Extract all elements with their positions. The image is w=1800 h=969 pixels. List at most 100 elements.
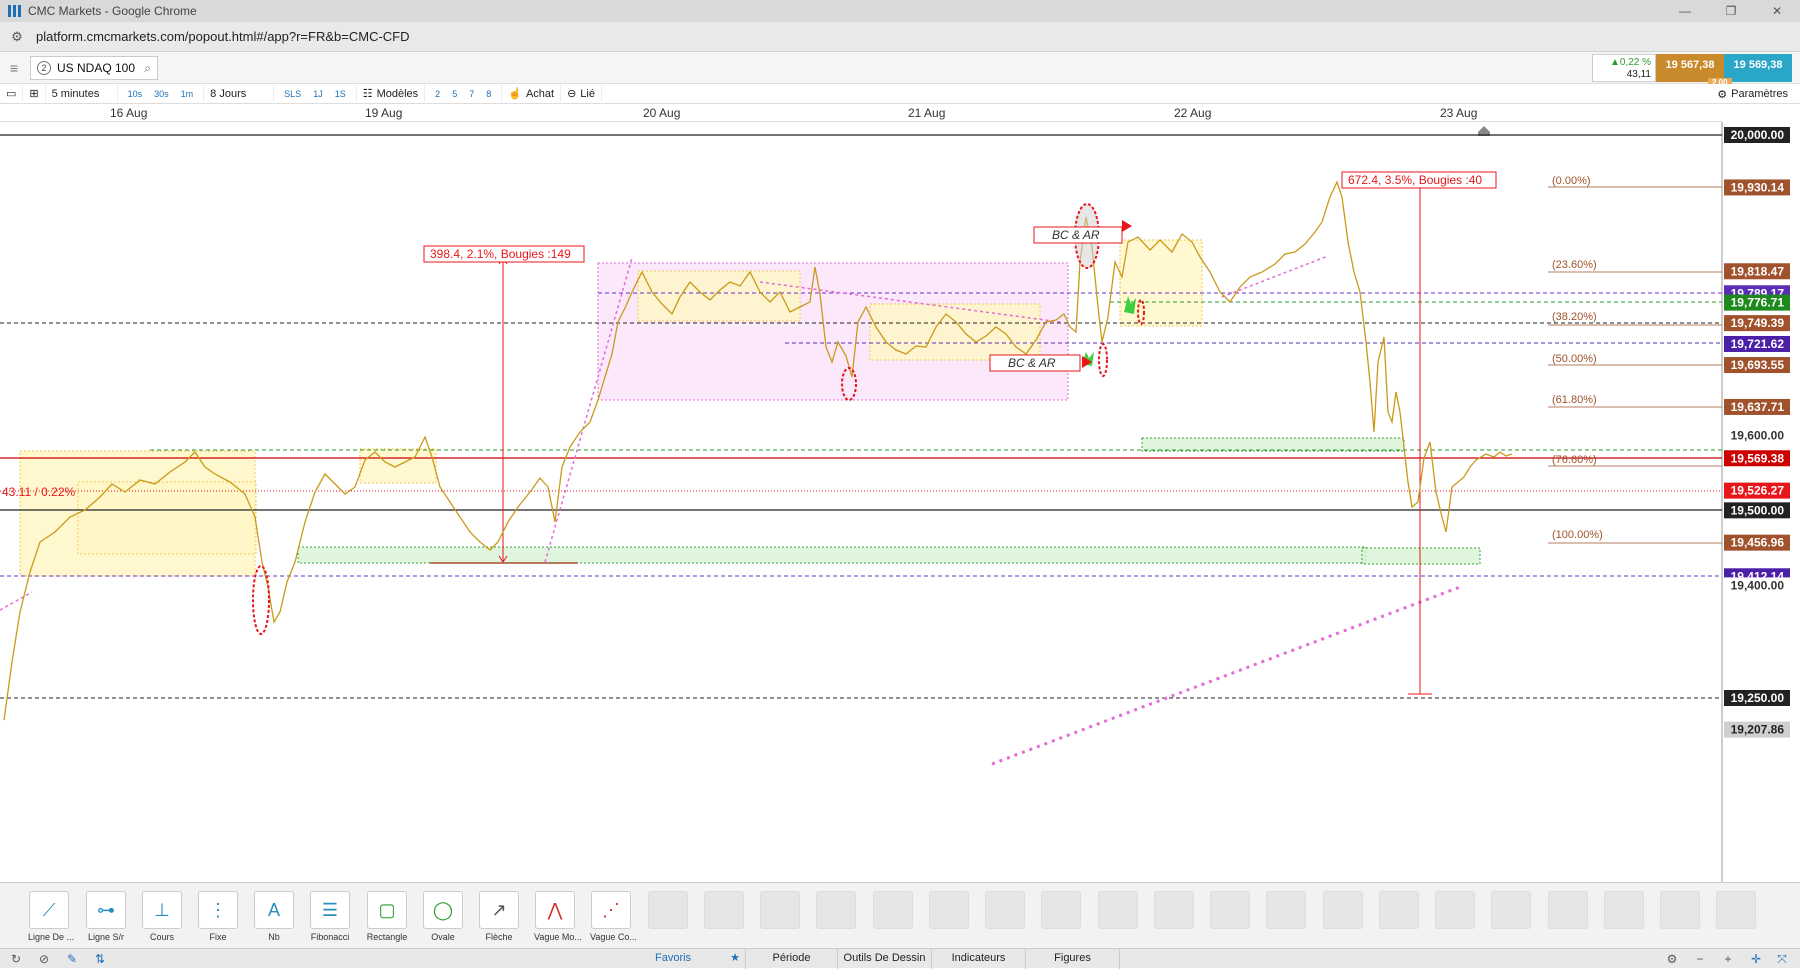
empty-tool-slot[interactable] (1603, 891, 1645, 947)
empty-tool-slot[interactable] (1040, 891, 1082, 947)
zone-rectangle[interactable] (869, 303, 1041, 361)
count-2[interactable]: 2 (431, 89, 444, 99)
line-tool-button[interactable]: ⟋ Ligne De ... (28, 891, 74, 947)
tab-label: Favoris (655, 952, 692, 964)
search-icon[interactable]: ⌕ (144, 61, 151, 76)
instrument-selector[interactable]: 2 US NDAQ 100 ⌕ (30, 56, 158, 80)
arrow-tool-button[interactable]: ↗ Flèche (478, 891, 520, 947)
empty-tool-slot[interactable] (1322, 891, 1364, 947)
empty-tool-slot[interactable] (1715, 891, 1757, 947)
wave-tool-button[interactable]: ⋀ Vague Mo... (534, 891, 582, 947)
menu-icon[interactable]: ≡ (6, 60, 22, 76)
empty-tool-slot[interactable] (872, 891, 914, 947)
period-select[interactable]: 8 Jours (204, 83, 275, 104)
price-axis-label: 19,693.55 (1731, 358, 1785, 372)
measure-label: 398.4, 2.1%, Bougies :149 (430, 247, 571, 261)
interval-1m[interactable]: 1m (177, 89, 198, 99)
support-zone[interactable] (297, 546, 1367, 564)
settings-button[interactable]: ⚙ Paramètres (1717, 84, 1788, 104)
date-axis: 16 Aug 19 Aug 20 Aug 21 Aug 22 Aug 23 Au… (0, 104, 1722, 122)
bcar-label: BC & AR (1052, 228, 1100, 242)
fibonacci-tool-button[interactable]: ☰ Fibonacci (309, 891, 351, 947)
empty-tool-slot[interactable] (759, 891, 801, 947)
zoom-out-icon[interactable]: − (1692, 951, 1708, 967)
crosshair-icon[interactable]: ✛ (1748, 951, 1764, 967)
empty-tool-slot[interactable] (1153, 891, 1195, 947)
mode-sls[interactable]: SLS (280, 89, 305, 99)
site-settings-icon[interactable]: ⚙ (8, 28, 26, 46)
empty-tool-slot[interactable] (1209, 891, 1251, 947)
support-zone[interactable] (1141, 437, 1405, 452)
text-tool-button[interactable]: A Nb (253, 891, 295, 947)
sell-button[interactable]: 19 567,38 2.00 (1656, 54, 1732, 88)
empty-tool-slot[interactable] (1490, 891, 1532, 947)
minimize-icon[interactable]: — (1662, 0, 1708, 22)
count-8[interactable]: 8 (482, 89, 495, 99)
pencil-icon[interactable]: ✎ (64, 951, 80, 967)
empty-tool-slot[interactable] (928, 891, 970, 947)
rectangle-tool-button[interactable]: ▢ Rectangle (366, 891, 408, 947)
zoom-in-icon[interactable]: + (1720, 951, 1736, 967)
empty-slot (1098, 891, 1138, 929)
count-5[interactable]: 5 (448, 89, 461, 99)
url-text[interactable]: platform.cmcmarkets.com/popout.html#/app… (36, 29, 410, 44)
fit-icon[interactable]: ⤧ (1774, 951, 1790, 967)
tab-indicators[interactable]: Indicateurs (932, 949, 1026, 969)
interval-10s[interactable]: 10s (124, 89, 147, 99)
count-7[interactable]: 7 (465, 89, 478, 99)
price-axis-label: 19,930.14 (1731, 180, 1785, 194)
refresh-icon[interactable]: ↻ (8, 951, 24, 967)
plot-area[interactable] (0, 122, 1722, 882)
layout-icon[interactable]: ⊞ (23, 83, 46, 104)
achat-button[interactable]: ☝ Achat (502, 83, 562, 104)
empty-tool-slot[interactable] (1659, 891, 1701, 947)
empty-tool-slot[interactable] (647, 891, 689, 947)
price-tool-button[interactable]: ⊥ Cours (141, 891, 183, 947)
empty-tool-slot[interactable] (1434, 891, 1476, 947)
tab-figures[interactable]: Figures (1026, 949, 1120, 969)
change-percent: ▲0,22 % (1609, 57, 1651, 68)
fixed-tool-button[interactable]: ⋮ Fixe (197, 891, 239, 947)
corrective-wave-icon: ⋰ (591, 891, 631, 929)
empty-tool-slot[interactable] (1265, 891, 1307, 947)
tab-favorites[interactable]: Favoris ★ (650, 949, 746, 969)
sr-line-tool-button[interactable]: ⊶ Ligne S/r (85, 891, 127, 947)
support-zone[interactable] (1361, 547, 1481, 565)
models-button[interactable]: ☷ Modèles (357, 83, 426, 104)
empty-tool-slot[interactable] (1378, 891, 1420, 947)
empty-tool-slot[interactable] (1547, 891, 1589, 947)
empty-tool-slot[interactable] (984, 891, 1026, 947)
tool-label: Ovale (431, 932, 455, 942)
magnet-icon[interactable]: ⇅ (92, 951, 108, 967)
tab-drawing-tools[interactable]: Outils De Dessin (838, 949, 932, 969)
date-label: 16 Aug (110, 106, 148, 120)
date-label: 22 Aug (1174, 106, 1212, 120)
price-chart[interactable]: (0.00%) (23.60%) (38.20%) (50.00%) (61.8… (0, 122, 1800, 882)
close-icon[interactable]: ✕ (1754, 0, 1800, 22)
restore-icon[interactable]: ❐ (1708, 0, 1754, 22)
mode-1s[interactable]: 1S (331, 89, 350, 99)
chart-type-icon[interactable]: ▭ (0, 83, 24, 104)
interval-30s[interactable]: 30s (150, 89, 173, 99)
empty-tool-slot[interactable] (815, 891, 857, 947)
corrective-wave-tool-button[interactable]: ⋰ Vague Co... (590, 891, 637, 947)
empty-slot (1716, 891, 1756, 929)
fibonacci-icon: ☰ (310, 891, 350, 929)
link-button[interactable]: ⊖ Lié (561, 83, 602, 104)
fib-label: (50.00%) (1552, 353, 1597, 365)
empty-slot (985, 891, 1025, 929)
settings-small-icon[interactable]: ⚙ (1664, 951, 1680, 967)
price-box: ▲0,22 % 43,11 19 567,38 2.00 19 569,38 (1592, 54, 1792, 88)
mode-1j[interactable]: 1J (309, 89, 327, 99)
buy-button[interactable]: 19 569,38 (1724, 54, 1792, 82)
tab-period[interactable]: Période (746, 949, 838, 969)
interval-select[interactable]: 5 minutes (46, 83, 118, 104)
empty-tool-slot[interactable] (703, 891, 745, 947)
clear-icon[interactable]: ⊘ (36, 951, 52, 967)
price-axis-label: 19,207.86 (1731, 723, 1785, 737)
price-axis-label: 19,776.71 (1731, 296, 1785, 310)
period-label: 8 Jours (210, 87, 247, 100)
empty-tool-slot[interactable] (1097, 891, 1139, 947)
address-bar[interactable]: ⚙ platform.cmcmarkets.com/popout.html#/a… (0, 22, 1800, 52)
oval-tool-button[interactable]: ◯ Ovale (422, 891, 464, 947)
